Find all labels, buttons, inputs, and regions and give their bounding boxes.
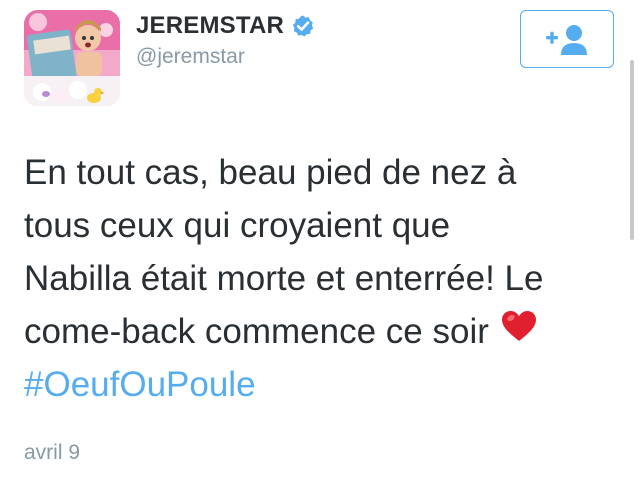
name-row: JEREMSTAR xyxy=(136,10,315,42)
tweet-text: En tout cas, beau pied de nez à tous ceu… xyxy=(24,146,614,411)
heart-emoji-icon xyxy=(501,304,537,357)
user-handle[interactable]: @jeremstar xyxy=(136,45,245,69)
hashtag-link[interactable]: #OeufOuPoule xyxy=(24,358,614,411)
tweet-line-with-emoji: come-back commence ce soir xyxy=(24,305,614,358)
tweet-line: Nabilla était morte et enterrée! Le xyxy=(24,259,544,298)
tweet-timestamp[interactable]: avril 9 xyxy=(24,441,80,465)
verified-badge-icon xyxy=(291,14,315,38)
profile-photo xyxy=(24,10,120,106)
tweet-line: En tout cas, beau pied de nez à xyxy=(24,153,517,192)
display-name[interactable]: JEREMSTAR xyxy=(136,12,284,40)
tweet-line: tous ceux qui croyaient que xyxy=(24,206,451,245)
avatar[interactable] xyxy=(24,10,120,106)
follow-button[interactable] xyxy=(520,10,614,68)
add-user-icon xyxy=(546,25,587,55)
scrollbar[interactable] xyxy=(630,60,634,240)
tweet-line: come-back commence ce soir xyxy=(24,312,489,351)
